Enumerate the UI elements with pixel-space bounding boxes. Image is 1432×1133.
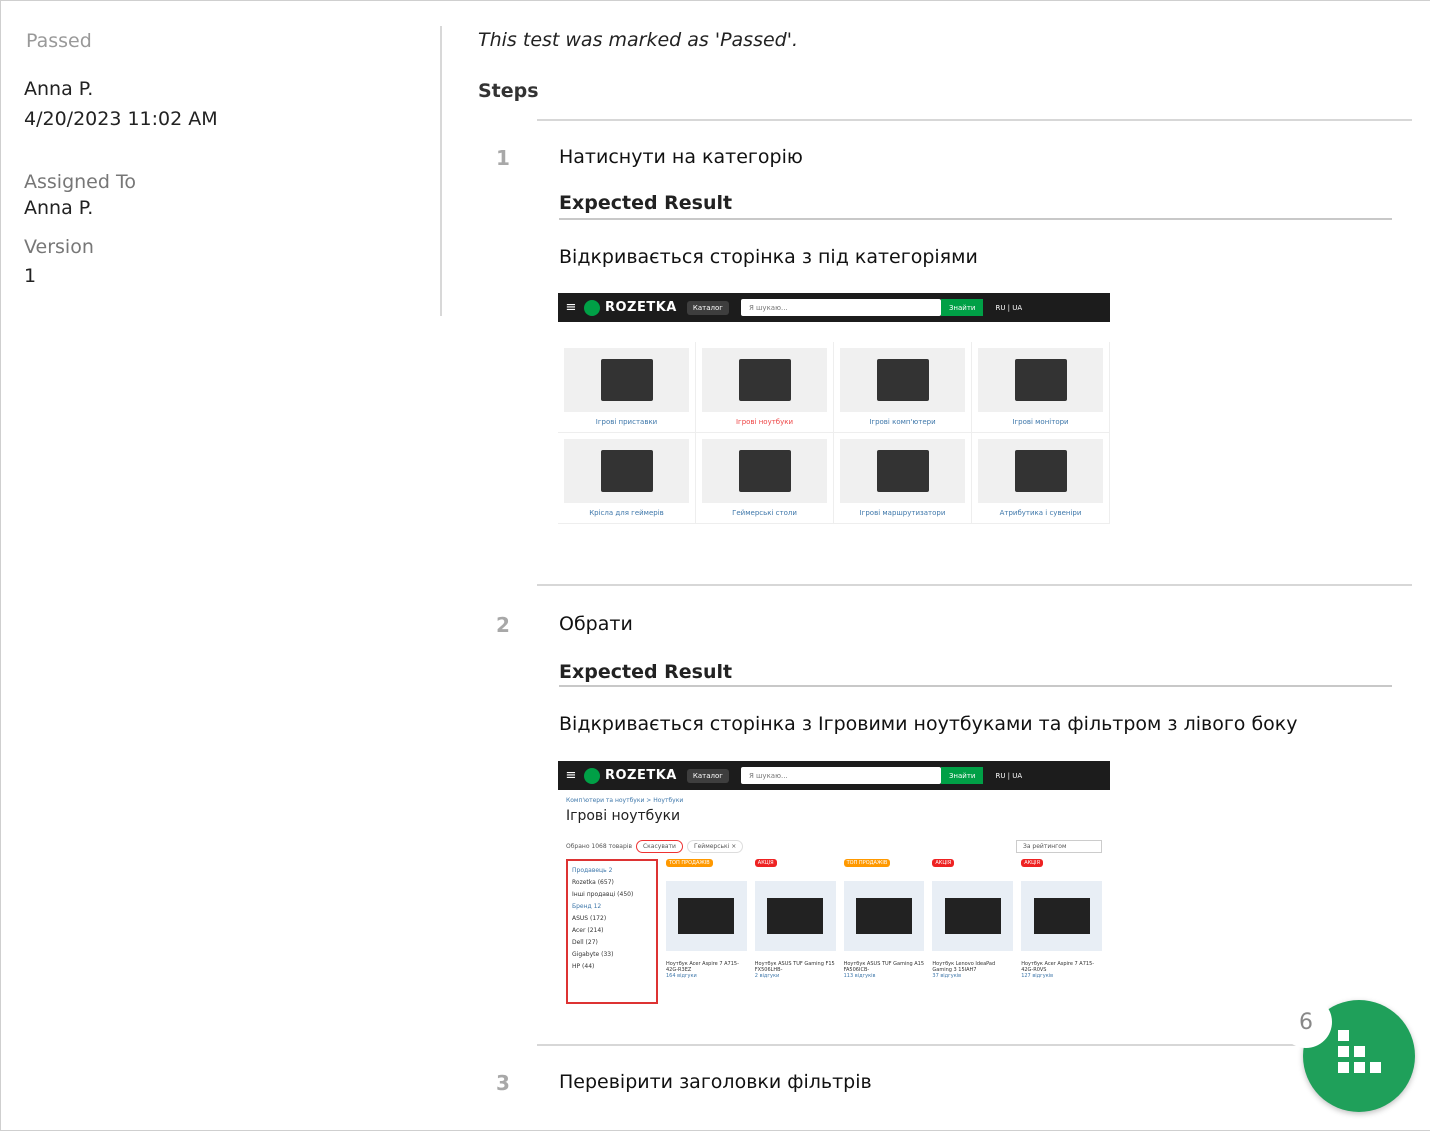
expected-result-text: Відкривається сторінка з Ігровими ноутбу… <box>559 713 1298 735</box>
menu-icon: ≡ <box>565 300 577 315</box>
assigned-to-label: Assigned To <box>24 171 136 193</box>
expected-result-heading: Expected Result <box>559 661 733 683</box>
filter-panel: Продавець 2 Rozetka (657) Інші продавці … <box>566 859 658 1004</box>
expected-result-heading: Expected Result <box>559 192 733 214</box>
step-divider <box>537 584 1412 586</box>
column-divider <box>440 26 442 316</box>
expected-divider <box>559 218 1392 220</box>
version-value: 1 <box>24 265 37 287</box>
screenshot-gaming-laptops[interactable]: ≡ ROZETKA Каталог Я шукаю... Знайти RU |… <box>558 761 1110 1015</box>
expected-result-text: Відкривається сторінка з під категоріями <box>559 246 978 268</box>
product-card: ТОП ПРОДАЖІВ Ноутбук ASUS TUF Gaming A15 … <box>843 859 925 979</box>
selected-count: Обрано 1068 товарів <box>566 843 632 850</box>
filter-chip: Геймерські × <box>686 840 744 853</box>
search-input: Я шукаю... <box>740 767 941 784</box>
site-header: ≡ ROZETKA Каталог Я шукаю... Знайти RU |… <box>558 293 1110 322</box>
catalog-button: Каталог <box>686 300 729 315</box>
sort-select: За рейтингом <box>1016 840 1102 853</box>
product-card: АКЦІЯ Ноутбук Lenovo IdeaPad Gaming 3 15I… <box>932 859 1014 1004</box>
step-number: 2 <box>496 613 510 637</box>
category-tile: Крісла для геймерів <box>558 433 696 524</box>
category-tile: Ігрові маршрутизатори <box>834 433 972 524</box>
page-title: Ігрові ноутбуки <box>566 808 681 824</box>
step-text: Натиснути на категорію <box>559 146 803 168</box>
step-number: 1 <box>496 146 510 170</box>
site-logo: ROZETKA <box>605 768 677 783</box>
expected-divider <box>559 685 1392 687</box>
step-divider <box>537 1044 1412 1046</box>
category-tile: Ігрові ноутбуки <box>696 342 834 433</box>
assigned-to-value: Anna P. <box>24 197 94 219</box>
step-divider <box>537 119 1412 121</box>
result-note: This test was marked as 'Passed'. <box>478 29 798 51</box>
category-tile: Ігрові комп'ютери <box>834 342 972 433</box>
logo-icon <box>584 299 600 316</box>
steps-heading: Steps <box>478 80 539 102</box>
language-switch: RU | UA <box>995 771 1023 780</box>
user-name: Anna P. <box>24 78 94 100</box>
product-area: Продавець 2 Rozetka (657) Інші продавці … <box>558 853 1110 1010</box>
product-card: АКЦІЯ Ноутбук Acer Aspire 7 A715-42G-R0VS… <box>1021 859 1102 1004</box>
find-button: Знайти <box>940 767 984 784</box>
apps-grid-icon[interactable] <box>1336 1030 1388 1082</box>
breadcrumb: Комп'ютери та ноутбуки > Ноутбуки <box>566 797 684 804</box>
filter-summary: Обрано 1068 товарів Скасувати Геймерські… <box>558 840 1110 853</box>
cancel-chip: Скасувати <box>635 840 683 853</box>
search-input: Я шукаю... <box>740 299 941 316</box>
language-switch: RU | UA <box>995 303 1023 312</box>
step-number: 3 <box>496 1071 510 1095</box>
step-text: Перевірити заголовки фільтрів <box>559 1071 872 1093</box>
site-header: ≡ ROZETKA Каталог Я шукаю... Знайти RU |… <box>558 761 1110 790</box>
product-card: АКЦІЯ Ноутбук ASUS TUF Gaming F15 FX506LH… <box>754 859 836 979</box>
screenshot-categories[interactable]: ≡ ROZETKA Каталог Я шукаю... Знайти RU |… <box>558 293 1110 549</box>
site-logo: ROZETKA <box>605 300 677 315</box>
timestamp: 4/20/2023 11:02 AM <box>24 108 218 130</box>
product-card: ТОП ПРОДАЖІВ Ноутбук Acer Aspire 7 A715-4… <box>666 859 747 1004</box>
category-tile: Геймерські столи <box>696 433 834 524</box>
step-text: Обрати <box>559 613 633 635</box>
category-tile: Ігрові монітори <box>972 342 1110 433</box>
find-button: Знайти <box>940 299 984 316</box>
category-grid: Ігрові приставки Ігрові ноутбуки Ігрові … <box>558 322 1110 524</box>
logo-icon <box>584 767 600 784</box>
notification-count-badge: 6 <box>1280 996 1332 1048</box>
category-tile: Ігрові приставки <box>558 342 696 433</box>
menu-icon: ≡ <box>565 768 577 783</box>
status-label: Passed <box>26 30 92 52</box>
catalog-button: Каталог <box>686 768 729 783</box>
category-tile: Атрибутика і сувеніри <box>972 433 1110 524</box>
version-label: Version <box>24 236 94 258</box>
